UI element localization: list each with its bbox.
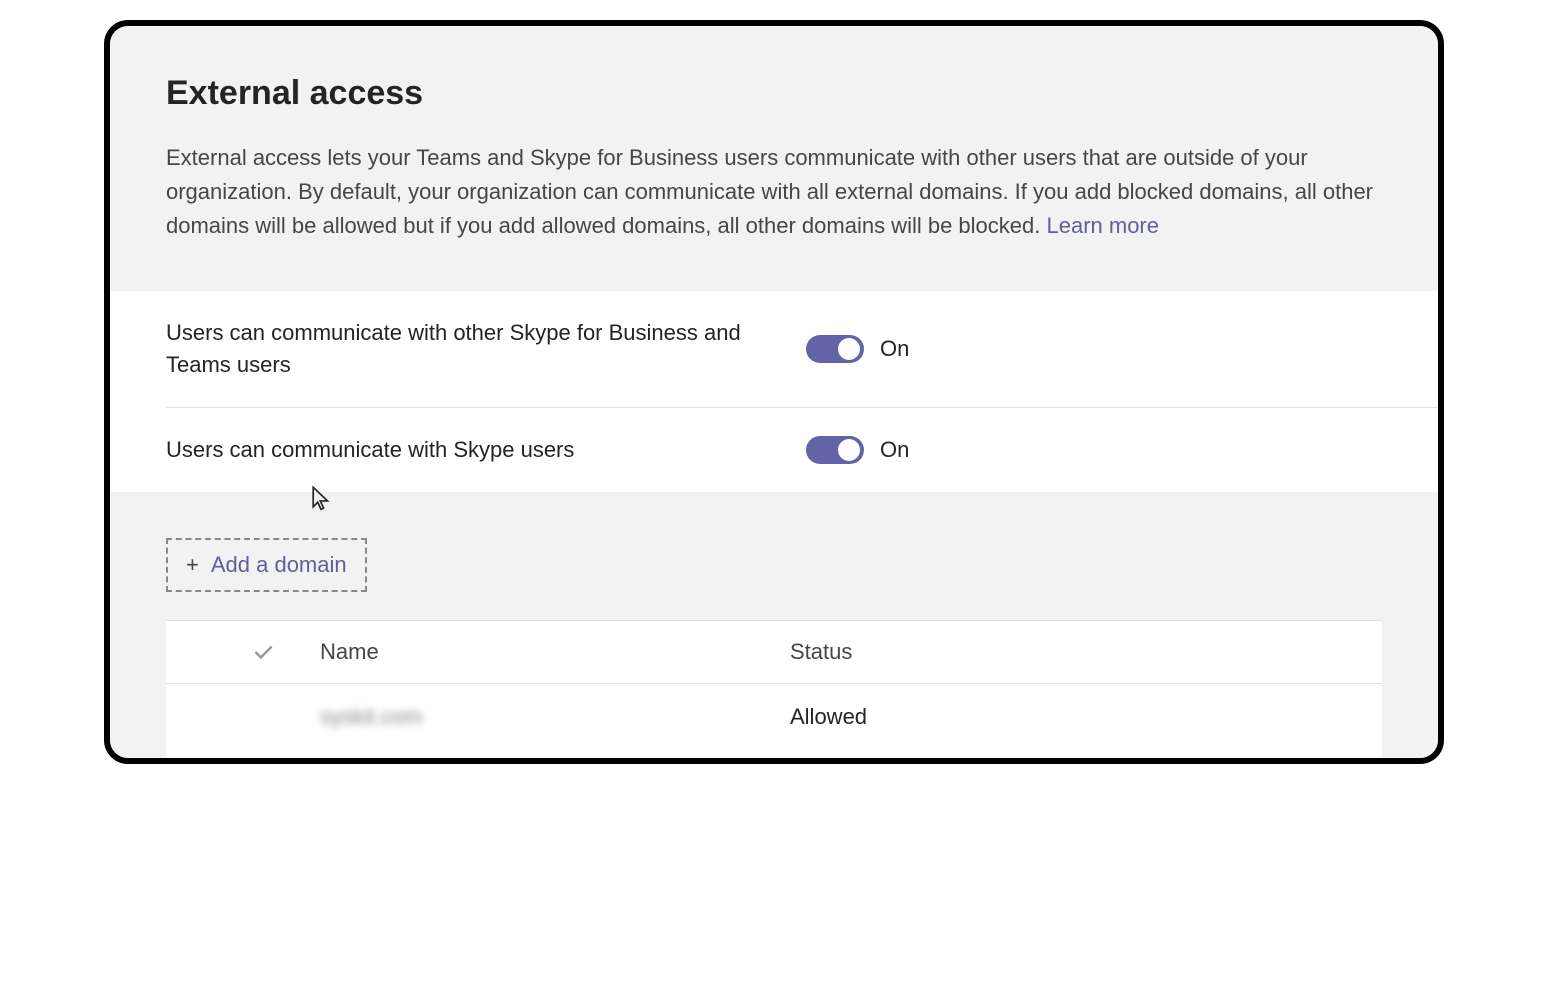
table-row[interactable]: syskit.com Allowed bbox=[166, 684, 1382, 758]
toggle-control: On bbox=[806, 335, 909, 363]
toggle-label: Users can communicate with Skype users bbox=[166, 434, 806, 466]
row-select-cell[interactable] bbox=[200, 704, 320, 730]
domain-section: + Add a domain Name Status syskit.com bbox=[110, 498, 1438, 758]
description-text: External access lets your Teams and Skyp… bbox=[166, 145, 1373, 238]
header-section: External access External access lets you… bbox=[110, 26, 1438, 275]
toggle-switch-skype[interactable] bbox=[806, 436, 864, 464]
domains-table: Name Status syskit.com Allowed bbox=[166, 620, 1382, 758]
column-header-name[interactable]: Name bbox=[320, 639, 790, 665]
page-title: External access bbox=[166, 74, 1382, 113]
domain-name-cell: syskit.com bbox=[320, 704, 790, 730]
toggle-control: On bbox=[806, 436, 909, 464]
toggle-row-skype-business-teams: Users can communicate with other Skype f… bbox=[166, 291, 1438, 408]
toggle-knob bbox=[838, 439, 860, 461]
toggle-status-text: On bbox=[880, 336, 909, 362]
cursor-icon bbox=[310, 486, 332, 512]
toggle-list: Users can communicate with other Skype f… bbox=[110, 291, 1438, 492]
toggle-status-text: On bbox=[880, 437, 909, 463]
add-domain-button[interactable]: + Add a domain bbox=[166, 538, 367, 592]
page-description: External access lets your Teams and Skyp… bbox=[166, 141, 1382, 243]
toggle-label: Users can communicate with other Skype f… bbox=[166, 317, 806, 381]
column-header-status[interactable]: Status bbox=[790, 639, 1326, 665]
toggle-switch-sfb-teams[interactable] bbox=[806, 335, 864, 363]
table-header-row: Name Status bbox=[166, 621, 1382, 684]
settings-window: External access External access lets you… bbox=[104, 20, 1444, 764]
content-area: External access External access lets you… bbox=[110, 26, 1438, 758]
domain-status-cell: Allowed bbox=[790, 704, 1326, 730]
learn-more-link[interactable]: Learn more bbox=[1046, 213, 1159, 238]
add-domain-label: Add a domain bbox=[211, 552, 347, 578]
toggle-row-skype: Users can communicate with Skype users O… bbox=[166, 408, 1438, 492]
plus-icon: + bbox=[186, 552, 199, 578]
checkmark-icon bbox=[250, 639, 276, 665]
toggle-knob bbox=[838, 338, 860, 360]
select-all-column[interactable] bbox=[200, 639, 320, 665]
